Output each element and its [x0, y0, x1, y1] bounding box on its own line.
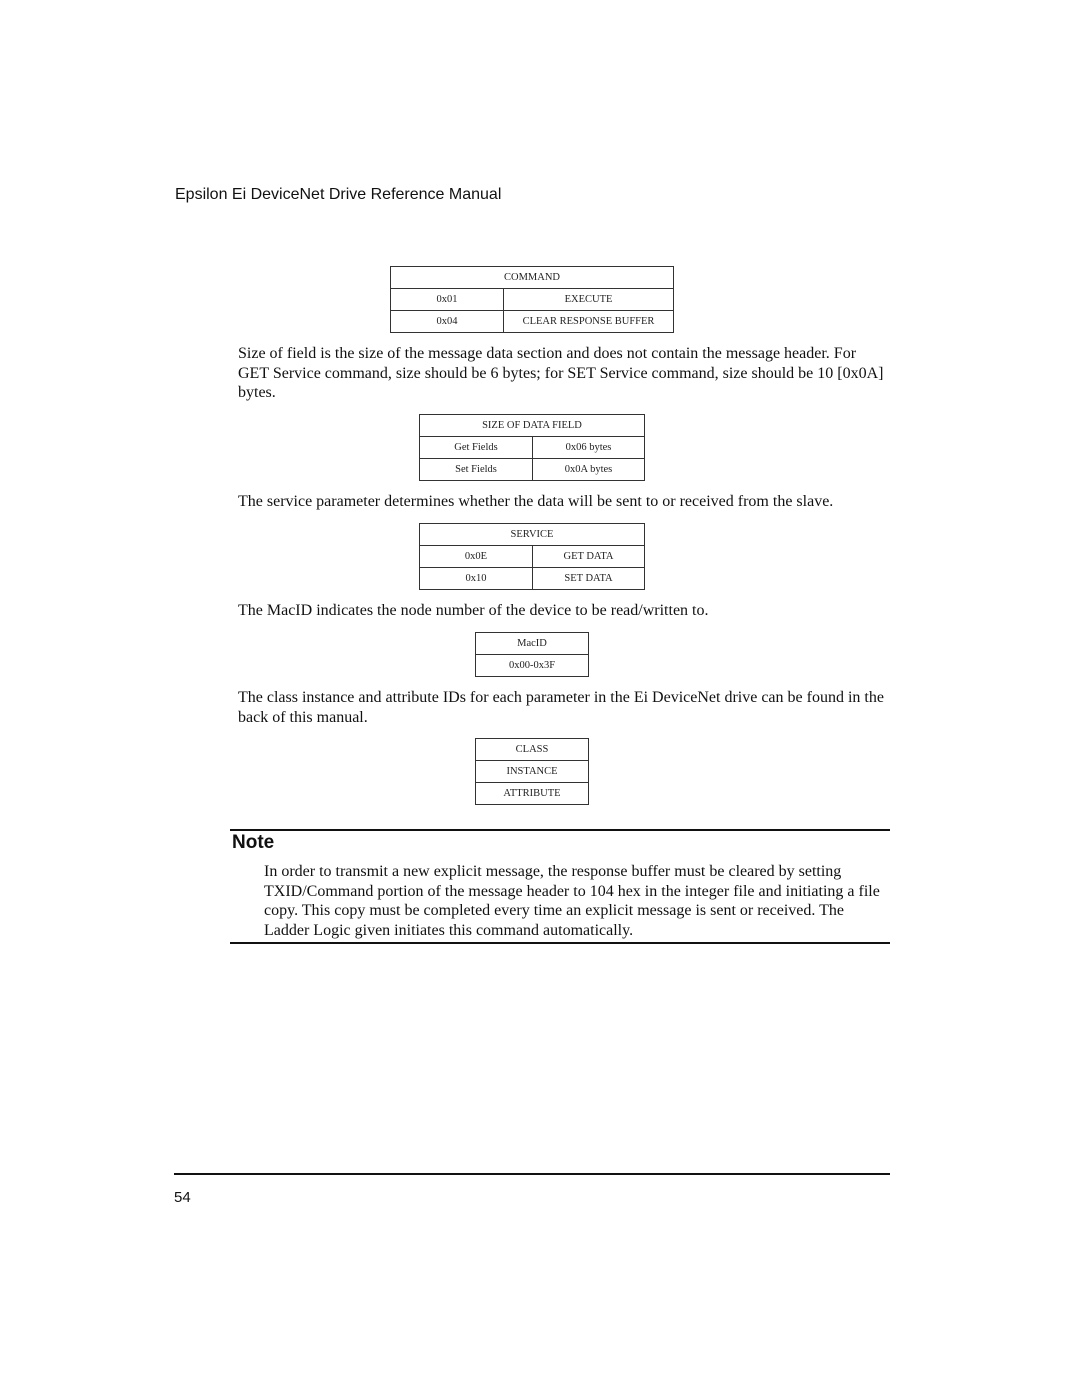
table-header-row: SERVICE: [419, 523, 645, 546]
command-table-title: COMMAND: [390, 266, 674, 289]
service-code: 0x10: [419, 567, 533, 590]
size-field-name: Get Fields: [419, 436, 533, 459]
note-top-rule: [230, 829, 890, 831]
size-field-value: 0x0A bytes: [532, 458, 645, 481]
size-table-title: SIZE OF DATA FIELD: [419, 414, 645, 437]
size-of-data-field-table: SIZE OF DATA FIELD Get Fields 0x06 bytes…: [419, 414, 645, 481]
page-header-title: Epsilon Ei DeviceNet Drive Reference Man…: [175, 186, 502, 203]
size-field-name: Set Fields: [419, 458, 533, 481]
command-label: EXECUTE: [503, 288, 674, 311]
class-instance-attribute-table: CLASS INSTANCE ATTRIBUTE: [475, 738, 589, 805]
macid-table: MacID 0x00-0x3F: [475, 632, 589, 677]
table-header-row: COMMAND: [390, 266, 674, 289]
service-label: SET DATA: [532, 567, 645, 590]
paragraph-size-of-field: Size of field is the size of the message…: [238, 345, 884, 401]
table-header-row: SIZE OF DATA FIELD: [419, 414, 645, 437]
size-field-value: 0x06 bytes: [532, 436, 645, 459]
table-row: 0x0E GET DATA: [419, 545, 645, 568]
command-table: COMMAND 0x01 EXECUTE 0x04 CLEAR RESPONSE…: [390, 266, 674, 333]
service-table-title: SERVICE: [419, 523, 645, 546]
service-table: SERVICE 0x0E GET DATA 0x10 SET DATA: [419, 523, 645, 590]
paragraph-macid: The MacID indicates the node number of t…: [238, 602, 709, 619]
table-row: 0x01 EXECUTE: [390, 288, 674, 311]
command-code: 0x04: [390, 310, 504, 333]
table-row: Get Fields 0x06 bytes: [419, 436, 645, 459]
attribute-cell: ATTRIBUTE: [475, 782, 589, 805]
note-title: Note: [232, 832, 275, 853]
command-label: CLEAR RESPONSE BUFFER: [503, 310, 674, 333]
table-row: CLASS: [475, 738, 589, 761]
table-row: 0x04 CLEAR RESPONSE BUFFER: [390, 310, 674, 333]
table-row: INSTANCE: [475, 760, 589, 783]
service-label: GET DATA: [532, 545, 645, 568]
note-body: In order to transmit a new explicit mess…: [264, 863, 880, 939]
command-code: 0x01: [390, 288, 504, 311]
note-bottom-rule: [230, 942, 890, 944]
paragraph-class-instance: The class instance and attribute IDs for…: [238, 689, 884, 726]
table-row: 0x10 SET DATA: [419, 567, 645, 590]
table-row: ATTRIBUTE: [475, 782, 589, 805]
macid-range: 0x00-0x3F: [475, 654, 589, 677]
footer-rule: [174, 1173, 890, 1175]
table-header-row: MacID: [475, 632, 589, 655]
service-code: 0x0E: [419, 545, 533, 568]
paragraph-service-param: The service parameter determines whether…: [238, 493, 834, 510]
page-number: 54: [174, 1189, 191, 1206]
instance-cell: INSTANCE: [475, 760, 589, 783]
class-cell: CLASS: [475, 738, 589, 761]
table-row: 0x00-0x3F: [475, 654, 589, 677]
table-row: Set Fields 0x0A bytes: [419, 458, 645, 481]
macid-table-title: MacID: [475, 632, 589, 655]
